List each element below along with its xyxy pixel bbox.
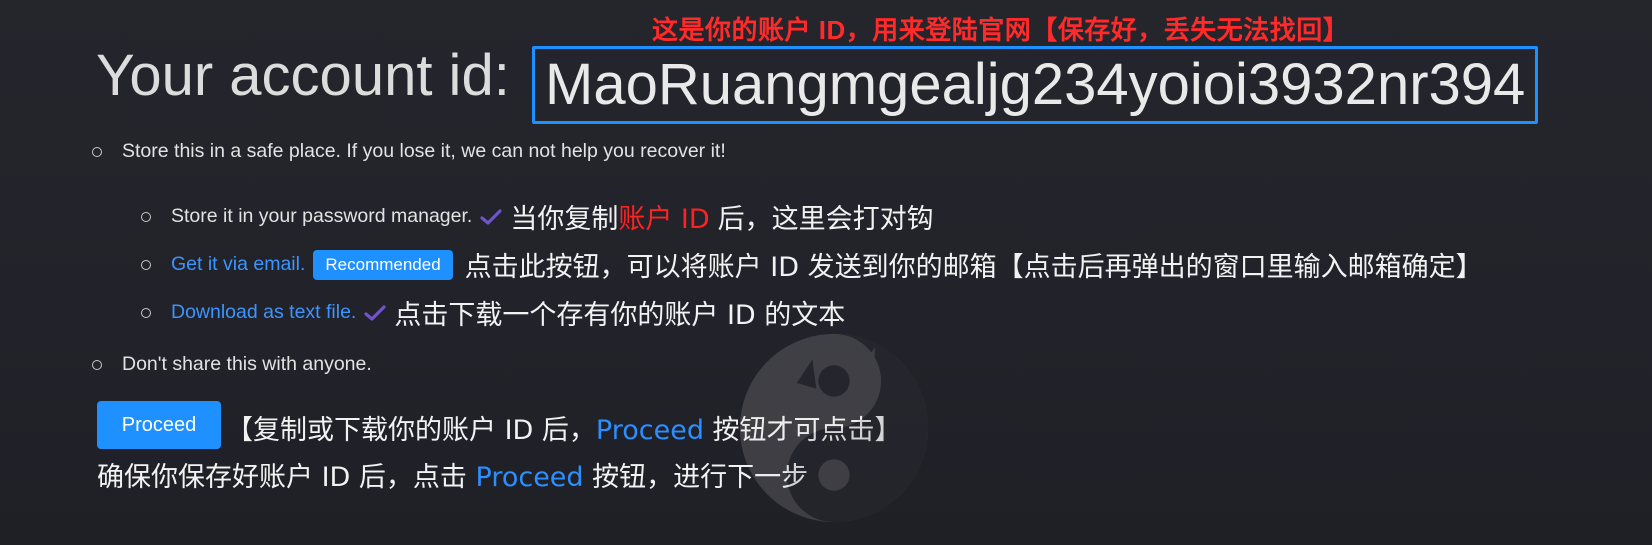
circle-bullet-icon bbox=[141, 307, 151, 318]
proceed-button[interactable]: Proceed bbox=[97, 401, 221, 449]
check-icon bbox=[480, 208, 502, 226]
circle-bullet-icon bbox=[92, 146, 102, 157]
password-manager-note-suffix: 后，这里会打对钩 bbox=[717, 204, 934, 235]
account-id-label: Your account id: bbox=[96, 43, 510, 108]
get-via-email-link[interactable]: Get it via email. bbox=[171, 253, 305, 276]
page: 这是你的账户 ID，用来登陆官网【保存好，丢失无法找回】 Your accoun… bbox=[0, 0, 1652, 545]
email-note: 点击此按钮，可以将账户 ID 发送到你的邮箱【点击后再弹出的窗口里输入邮箱确定】 bbox=[464, 252, 1483, 283]
store-safe-text: Store this in a safe place. If you lose … bbox=[122, 140, 726, 162]
proceed-note-prefix: 【复制或下载你的账户 ID 后， bbox=[226, 415, 596, 446]
password-manager-text: Store it in your password manager. bbox=[171, 205, 473, 227]
list-item-dont-share: Don't share this with anyone. bbox=[92, 353, 372, 376]
circle-bullet-icon bbox=[141, 211, 151, 222]
check-icon bbox=[364, 304, 386, 322]
cat-yin-yang-watermark-icon bbox=[739, 333, 929, 523]
final-instruction: 确保你保存好账户 ID 后，点击 Proceed 按钮，进行下一步 bbox=[97, 455, 808, 494]
list-item-store-safe: Store this in a safe place. If you lose … bbox=[92, 140, 726, 163]
list-item-password-manager: Store it in your password manager. 当你复制 … bbox=[141, 197, 934, 236]
download-text-file-link[interactable]: Download as text file. bbox=[171, 301, 356, 324]
account-id-value[interactable]: MaoRuangmgealjg234yoioi3932nr394 bbox=[545, 53, 1525, 117]
account-id-highlight-box[interactable]: MaoRuangmgealjg234yoioi3932nr394 bbox=[532, 46, 1539, 124]
circle-bullet-icon bbox=[92, 359, 102, 370]
list-item-download: Download as text file. 点击下载一个存有你的账户 ID 的… bbox=[141, 293, 845, 332]
final-instruction-highlight: Proceed bbox=[475, 462, 584, 493]
password-manager-note-prefix: 当你复制 bbox=[510, 204, 619, 235]
final-instruction-prefix: 确保你保存好账户 ID 后，点击 bbox=[97, 462, 476, 493]
recommended-badge[interactable]: Recommended bbox=[313, 249, 453, 280]
dont-share-text: Don't share this with anyone. bbox=[122, 353, 372, 375]
download-note: 点击下载一个存有你的账户 ID 的文本 bbox=[394, 300, 846, 331]
top-annotation: 这是你的账户 ID，用来登陆官网【保存好，丢失无法找回】 bbox=[652, 15, 1350, 45]
circle-bullet-icon bbox=[141, 259, 151, 270]
proceed-note-highlight: Proceed bbox=[595, 415, 704, 446]
password-manager-note-highlight: 账户 ID bbox=[618, 204, 710, 235]
list-item-email: Get it via email. Recommended 点击此按钮，可以将账… bbox=[141, 245, 1483, 284]
